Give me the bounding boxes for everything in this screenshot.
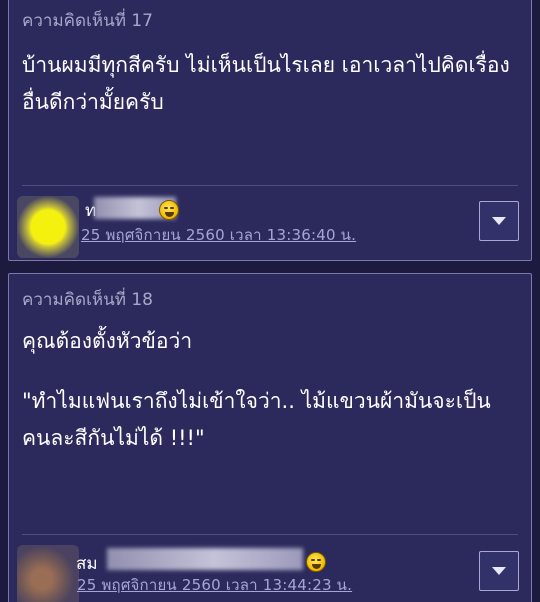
avatar[interactable] (17, 196, 79, 258)
comment-body: คุณต้องตั้งหัวข้อว่า "ทำไมแฟนเราถึงไม่เข… (22, 323, 517, 457)
comment-body: บ้านผมมีทุกสีครับ ไม่เห็นเป็นไรเลย เอาเว… (22, 47, 517, 121)
comment-card: ความคิดเห็นที่ 17 บ้านผมมีทุกสีครับ ไม่เ… (8, 0, 532, 261)
comment-number: ความคิดเห็นที่ 18 (22, 290, 153, 310)
comment-timestamp[interactable]: 25 พฤศจิกายน 2560 เวลา 13:36:40 น. (81, 223, 356, 247)
comment-text: บ้านผมมีทุกสีครับ ไม่เห็นเป็นไรเลย เอาเว… (22, 53, 510, 114)
comment-text: คุณต้องตั้งหัวข้อว่า (22, 329, 193, 353)
laughing-face-icon (306, 552, 326, 572)
comment-timestamp[interactable]: 25 พฤศจิกายน 2560 เวลา 13:44:23 น. (77, 573, 352, 597)
avatar[interactable] (17, 545, 79, 602)
comments-page: ความคิดเห็นที่ 17 บ้านผมมีทุกสีครับ ไม่เ… (0, 0, 540, 602)
comment-menu-button[interactable] (479, 201, 519, 241)
comment-number: ความคิดเห็นที่ 17 (22, 11, 153, 31)
chevron-down-icon (492, 567, 506, 575)
divider (22, 185, 518, 186)
smiley-icon (159, 200, 179, 220)
name-blur (107, 548, 303, 570)
divider (22, 534, 518, 535)
comment-menu-button[interactable] (479, 551, 519, 591)
comment-text: "ทำไมแฟนเราถึงไม่เข้าใจว่า.. ไม้แขวนผ้าม… (22, 389, 491, 450)
chevron-down-icon (492, 217, 506, 225)
comment-card: ความคิดเห็นที่ 18 คุณต้องตั้งหัวข้อว่า "… (8, 273, 532, 602)
